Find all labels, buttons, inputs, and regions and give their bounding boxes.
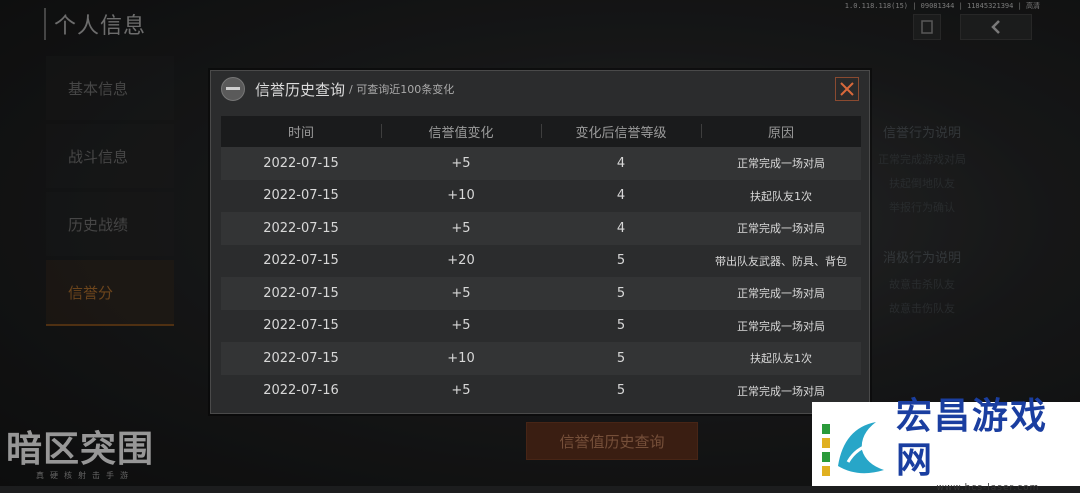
watermark-url: www.hcs-laser.com xyxy=(936,483,1040,493)
table-row: 2022-07-15 +5 4 正常完成一场对局 xyxy=(221,147,861,180)
column-header-time: 时间 xyxy=(287,126,314,141)
cell-reason: 正常完成一场对局 xyxy=(737,287,825,301)
cell-level: 5 xyxy=(616,285,626,301)
credit-history-table: 时间 信誉值变化 变化后信誉等级 原因 2022-07-15 +5 4 正常完成… xyxy=(221,116,861,407)
table-header: 时间 信誉值变化 变化后信誉等级 原因 xyxy=(221,116,861,147)
cell-change: +5 xyxy=(451,285,471,301)
cell-change: +10 xyxy=(447,188,475,204)
cell-date: 2022-07-15 xyxy=(263,253,339,269)
cell-level: 4 xyxy=(616,188,626,204)
close-button[interactable] xyxy=(835,77,859,101)
cell-date: 2022-07-15 xyxy=(263,155,339,171)
cell-change: +5 xyxy=(451,220,471,236)
table-row: 2022-07-15 +10 4 扶起队友1次 xyxy=(221,180,861,213)
table-row: 2022-07-15 +5 4 正常完成一场对局 xyxy=(221,212,861,245)
cell-change: +5 xyxy=(451,383,471,399)
cell-reason: 扶起队友1次 xyxy=(750,352,812,366)
cell-change: +20 xyxy=(447,253,475,269)
cell-reason: 带出队友武器、防具、背包 xyxy=(715,254,847,268)
dialog-badge-icon xyxy=(221,77,245,101)
cell-change: +5 xyxy=(451,318,471,334)
cell-change: +10 xyxy=(447,350,475,366)
cell-reason: 正常完成一场对局 xyxy=(737,384,825,398)
table-row: 2022-07-16 +5 5 正常完成一场对局 xyxy=(221,375,861,408)
close-icon xyxy=(840,82,854,96)
cell-date: 2022-07-15 xyxy=(263,318,339,334)
cell-level: 5 xyxy=(616,318,626,334)
column-header-level: 变化后信誉等级 xyxy=(541,122,701,141)
cell-level: 4 xyxy=(616,220,626,236)
table-row: 2022-07-15 +10 5 扶起队友1次 xyxy=(221,342,861,375)
table-row: 2022-07-15 +5 5 正常完成一场对局 xyxy=(221,277,861,310)
cell-date: 2022-07-15 xyxy=(263,220,339,236)
cell-level: 5 xyxy=(616,350,626,366)
dialog-header: 信誉历史查询 / 可查询近100条变化 xyxy=(211,71,869,107)
cell-date: 2022-07-15 xyxy=(263,285,339,301)
watermark: 宏昌游戏网 www.hcs-laser.com xyxy=(812,396,1080,493)
cell-reason: 正常完成一场对局 xyxy=(737,222,825,236)
table-row: 2022-07-15 +20 5 带出队友武器、防具、背包 xyxy=(221,245,861,278)
cell-reason: 正常完成一场对局 xyxy=(737,319,825,333)
cell-reason: 正常完成一场对局 xyxy=(737,157,825,171)
cell-level: 4 xyxy=(616,155,626,171)
watermark-logo-icon xyxy=(818,404,894,484)
column-header-change: 信誉值变化 xyxy=(381,122,541,141)
credit-history-dialog: 信誉历史查询 / 可查询近100条变化 时间 信誉值变化 变化后信誉等级 原因 … xyxy=(210,70,870,414)
table-row: 2022-07-15 +5 5 正常完成一场对局 xyxy=(221,310,861,343)
dialog-subtitle: / 可查询近100条变化 xyxy=(349,83,455,96)
cell-reason: 扶起队友1次 xyxy=(750,189,812,203)
cell-level: 5 xyxy=(616,253,626,269)
watermark-title: 宏昌游戏网 xyxy=(896,396,1049,481)
cell-date: 2022-07-15 xyxy=(263,188,339,204)
watermark-text: 宏昌游戏网 www.hcs-laser.com xyxy=(896,395,1080,493)
cell-level: 5 xyxy=(616,383,626,399)
column-header-reason: 原因 xyxy=(701,122,861,141)
cell-date: 2022-07-16 xyxy=(263,383,339,399)
cell-change: +5 xyxy=(451,155,471,171)
dialog-title: 信誉历史查询 xyxy=(255,80,346,99)
cell-date: 2022-07-15 xyxy=(263,350,339,366)
